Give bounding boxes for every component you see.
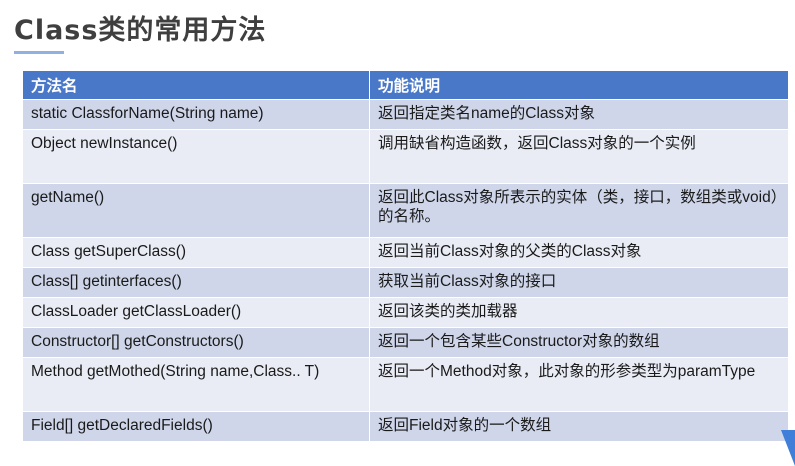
table-row: Field[] getDeclaredFields() 返回Field对象的一个… [22, 411, 789, 442]
header-description: 功能说明 [369, 70, 789, 100]
corner-accent [781, 430, 795, 466]
table-header-row: 方法名 功能说明 [22, 70, 789, 100]
method-cell: Constructor[] getConstructors() [22, 327, 370, 358]
description-cell: 返回该类的类加载器 [369, 297, 789, 328]
method-cell: Object newInstance() [22, 129, 370, 184]
method-cell: static ClassforName(String name) [22, 99, 370, 130]
table-row: Class getSuperClass() 返回当前Class对象的父类的Cla… [22, 237, 789, 268]
method-cell: Field[] getDeclaredFields() [22, 411, 370, 442]
table-row: Constructor[] getConstructors() 返回一个包含某些… [22, 327, 789, 358]
table-row: Object newInstance() 调用缺省构造函数，返回Class对象的… [22, 129, 789, 184]
table-row: Method getMothed(String name,Class.. T) … [22, 357, 789, 412]
table-row: Class[] getinterfaces() 获取当前Class对象的接口 [22, 267, 789, 298]
description-cell: 返回当前Class对象的父类的Class对象 [369, 237, 789, 268]
methods-table: 方法名 功能说明 static ClassforName(String name… [22, 70, 789, 442]
method-cell: Class getSuperClass() [22, 237, 370, 268]
page-title: Class类的常用方法 [14, 15, 267, 46]
description-cell: 返回此Class对象所表示的实体（类，接口，数组类或void）的名称。 [369, 183, 789, 238]
table-row: static ClassforName(String name) 返回指定类名n… [22, 99, 789, 130]
method-cell: Class[] getinterfaces() [22, 267, 370, 298]
table-row: ClassLoader getClassLoader() 返回该类的类加载器 [22, 297, 789, 328]
method-cell: Method getMothed(String name,Class.. T) [22, 357, 370, 412]
description-cell: 返回一个Method对象，此对象的形参类型为paramType [369, 357, 789, 412]
description-cell: 返回指定类名name的Class对象 [369, 99, 789, 130]
method-cell: getName() [22, 183, 370, 238]
method-cell: ClassLoader getClassLoader() [22, 297, 370, 328]
table-row: getName() 返回此Class对象所表示的实体（类，接口，数组类或void… [22, 183, 789, 238]
description-cell: 返回一个包含某些Constructor对象的数组 [369, 327, 789, 358]
description-cell: 调用缺省构造函数，返回Class对象的一个实例 [369, 129, 789, 184]
title-underline [14, 51, 64, 54]
header-method-name: 方法名 [22, 70, 370, 100]
description-cell: 获取当前Class对象的接口 [369, 267, 789, 298]
description-cell: 返回Field对象的一个数组 [369, 411, 789, 442]
